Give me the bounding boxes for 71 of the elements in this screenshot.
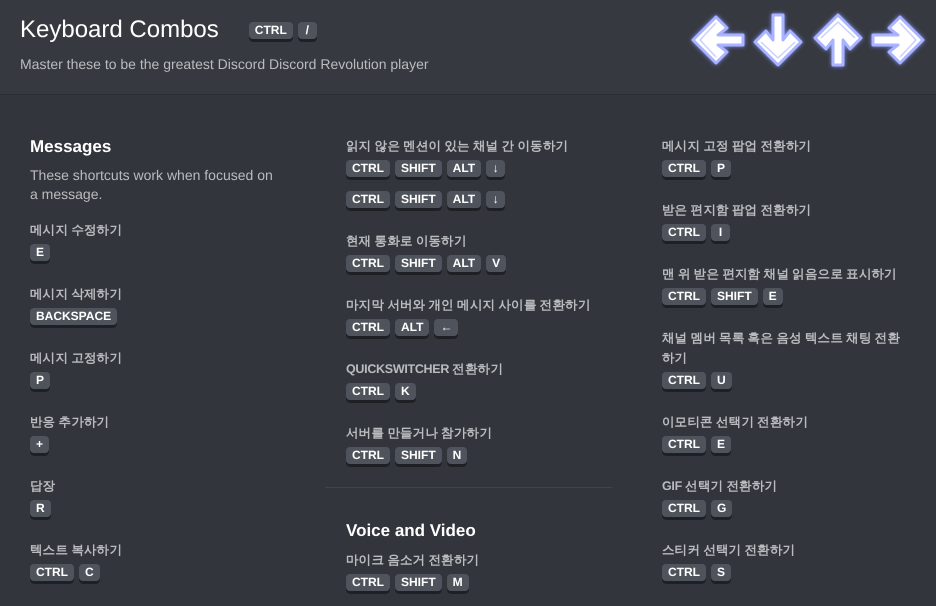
keyboard-key: CTRL (248, 22, 293, 42)
keyboard-key: CTRL (346, 191, 390, 211)
shortcut-label: 반응 추가하기 (30, 414, 110, 431)
shortcut-label: 메시지 삭제하기 (30, 286, 124, 303)
shortcut-label: GIF 선택기 전환하기 (662, 478, 778, 495)
keyboard-key: P (30, 372, 50, 392)
shortcut-label: 답장 (30, 478, 56, 495)
shortcut-label: 마지막 서버와 개인 메시지 사이를 전환하기 (346, 297, 592, 314)
keyboard-key: CTRL (346, 160, 390, 180)
keyboard-key: U (711, 372, 732, 392)
keyboard-key: CTRL (346, 319, 390, 339)
keyboard-key: SHIFT (395, 191, 442, 211)
keyboard-key: K (395, 383, 416, 403)
keyboard-key: E (711, 436, 732, 456)
keyboard-key: SHIFT (395, 160, 442, 180)
shortcut-label: 읽지 않은 멘션이 있는 채널 간 이동하기 (346, 138, 570, 155)
keyboard-key: CTRL (346, 383, 390, 403)
section-heading: Messages (30, 136, 112, 158)
keyboard-key: M (446, 574, 469, 594)
keyboard-key: SHIFT (395, 574, 442, 594)
shortcut-label: 현재 통화로 이동하기 (346, 233, 468, 250)
shortcut-label: QUICKSWITCHER 전환하기 (346, 361, 504, 378)
keyboard-key: SHIFT (395, 255, 442, 275)
shortcut-label: 채널 멤버 목록 혹은 음성 텍스트 채팅 전환하기 (662, 330, 902, 367)
shortcut-label: 텍스트 복사하기 (30, 542, 124, 559)
keyboard-key: ← (434, 319, 458, 339)
keyboard-key: V (486, 255, 506, 275)
keyboard-key: G (711, 500, 732, 520)
keyboard-key: ALT (446, 255, 482, 275)
keyboard-key: SHIFT (395, 447, 442, 467)
shortcut-label: 메시지 고정하기 (30, 350, 124, 367)
shortcut-label: 이모티콘 선택기 전환하기 (662, 414, 810, 431)
keyboard-key: CTRL (346, 447, 390, 467)
keyboard-key: CTRL (662, 224, 706, 244)
keyboard-key: P (711, 160, 732, 180)
keyboard-key: CTRL (662, 500, 706, 520)
page-title: Keyboard Combos (20, 15, 219, 45)
shortcut-label: 맨 위 받은 편지함 채널 읽음으로 표시하기 (662, 266, 898, 283)
keyboard-key: ALT (446, 191, 482, 211)
keyboard-key: CTRL (346, 574, 390, 594)
keyboard-key: CTRL (662, 160, 706, 180)
section-heading: Voice and Video (346, 520, 477, 542)
keyboard-key: E (762, 288, 783, 308)
keyboard-key: ALT (446, 160, 482, 180)
keyboard-key: CTRL (30, 564, 74, 584)
keyboard-key: CTRL (662, 564, 706, 584)
keyboard-key: R (30, 500, 51, 520)
keyboard-key: ALT (395, 319, 430, 339)
shortcut-label: 받은 편지함 팝업 전환하기 (662, 202, 812, 219)
keyboard-key: S (711, 564, 732, 584)
keyboard-key: ↓ (486, 160, 506, 180)
shortcut-label: 스티커 선택기 전환하기 (662, 542, 796, 559)
keyboard-key: C (79, 564, 100, 584)
keyboard-key: CTRL (346, 255, 390, 275)
keyboard-key: SHIFT (711, 288, 758, 308)
keyboard-key: E (30, 244, 50, 264)
keyboard-key: CTRL (662, 288, 706, 308)
keyboard-key: N (446, 447, 468, 467)
keyboard-key: I (711, 224, 730, 244)
shortcut-label: 서버를 만들거나 참가하기 (346, 425, 494, 442)
shortcut-label: 메시지 고정 팝업 전환하기 (662, 138, 812, 155)
keyboard-key: ↓ (486, 191, 506, 211)
keyboard-key: / (298, 22, 317, 42)
section-description: These shortcuts work when focused on a message. (30, 166, 274, 204)
keyboard-key: + (30, 436, 50, 456)
shortcut-label: 마이크 음소거 전환하기 (346, 552, 480, 569)
keyboard-key: CTRL (662, 436, 706, 456)
shortcut-label: 메시지 수정하기 (30, 222, 124, 239)
page-subtitle: Master these to be the greatest Discord Discord Revolution player (20, 55, 429, 73)
keyboard-key: CTRL (662, 372, 706, 392)
keyboard-key: BACKSPACE (30, 308, 118, 328)
